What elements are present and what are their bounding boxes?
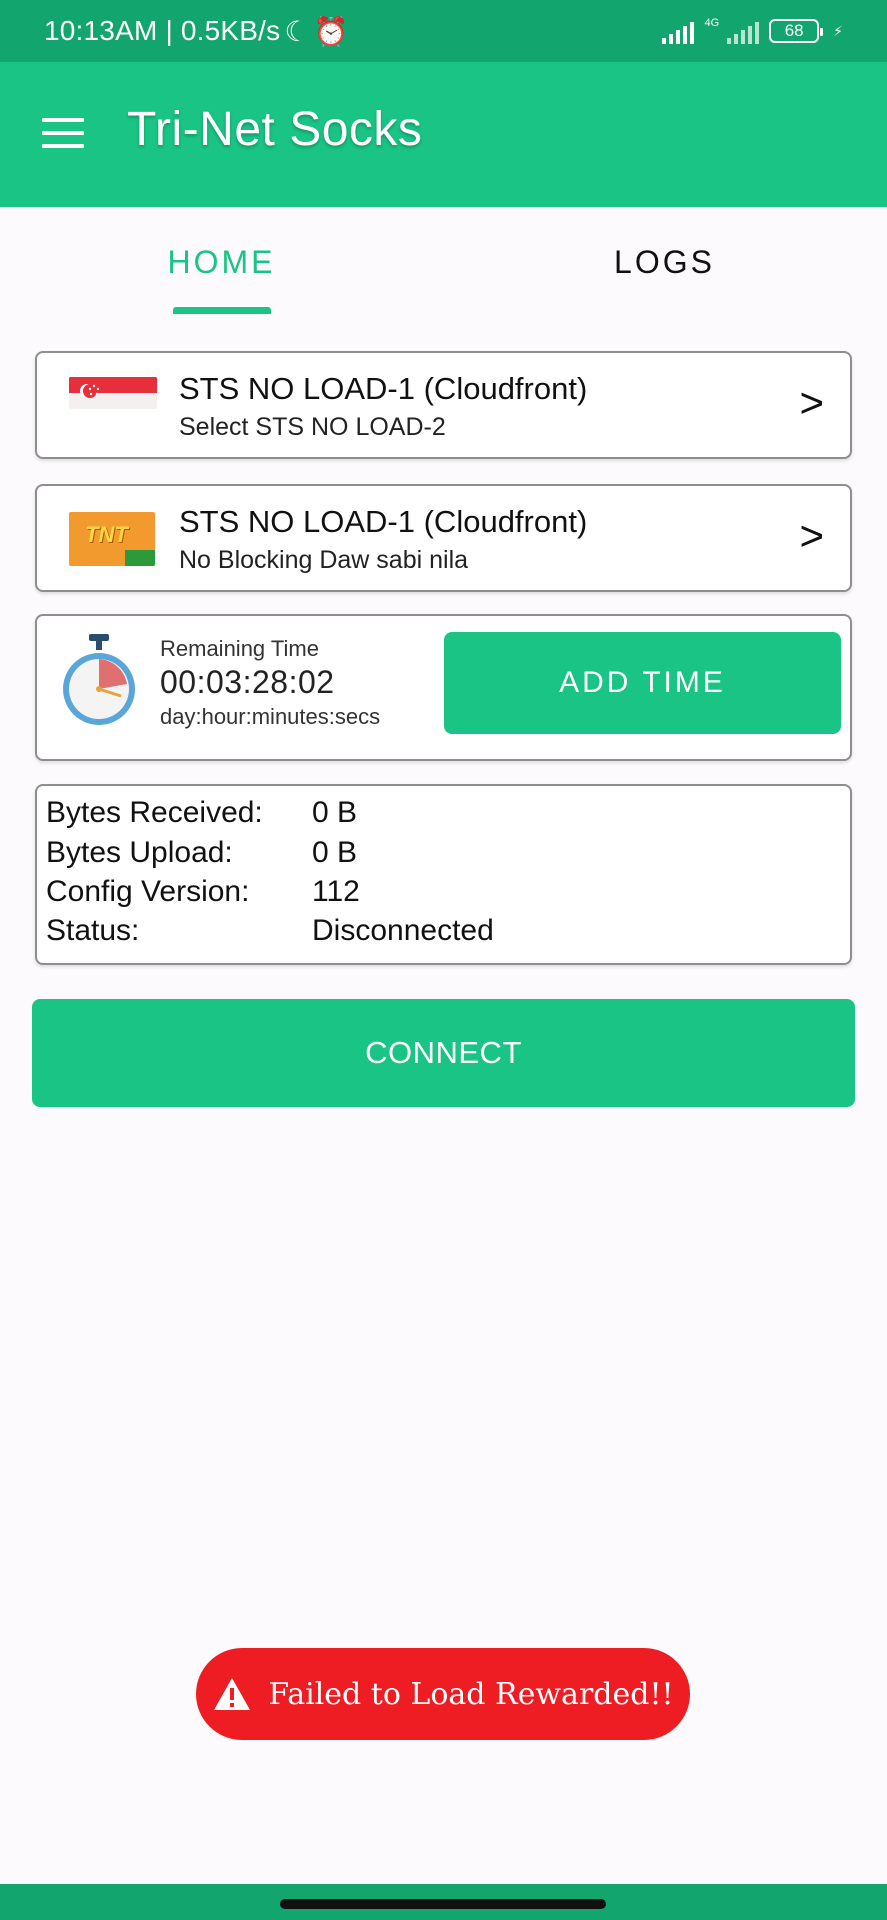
stat-label: Bytes Received: — [46, 796, 263, 829]
chevron-right-icon: > — [799, 379, 824, 426]
server-selector[interactable]: STS NO LOAD-1 (Cloudfront) Select STS NO… — [35, 351, 852, 459]
stopwatch-icon — [63, 634, 135, 725]
add-time-button[interactable]: ADD TIME — [444, 632, 841, 734]
singapore-flag-icon — [69, 377, 157, 409]
tab-logs[interactable]: LOGS — [443, 207, 886, 317]
timer-card: Remaining Time 00:03:28:02 day:hour:minu… — [35, 614, 852, 761]
app-title: Tri-Net Socks — [127, 103, 423, 156]
alarm-icon: ⏰ — [313, 15, 349, 47]
chevron-right-icon: > — [799, 512, 824, 559]
network-title: STS NO LOAD-1 (Cloudfront) — [179, 504, 588, 539]
charging-icon: ⚡ — [833, 22, 843, 39]
tab-home[interactable]: HOME — [0, 207, 443, 317]
warning-icon — [214, 1678, 251, 1710]
toast-message: Failed to Load Rewarded!! — [268, 1676, 674, 1712]
stat-value: 0 B — [312, 796, 358, 829]
home-gesture-handle[interactable] — [280, 1899, 606, 1909]
active-tab-indicator — [173, 307, 271, 314]
tab-bar: HOME LOGS — [0, 207, 887, 317]
signal-icon-2 — [727, 18, 760, 44]
connect-button[interactable]: CONNECT — [32, 999, 855, 1107]
signal-icon — [662, 18, 695, 44]
remaining-time-label: Remaining Time — [160, 636, 319, 661]
stat-label: Config Version: — [46, 875, 250, 908]
network-subtitle: No Blocking Daw sabi nila — [179, 546, 469, 574]
app-bar: Tri-Net Socks — [0, 62, 887, 207]
stat-value: 112 — [312, 875, 360, 908]
stat-value: Disconnected — [312, 914, 494, 947]
server-title: STS NO LOAD-1 (Cloudfront) — [179, 371, 588, 406]
status-time: 10:13AM | 0.5KB/s — [44, 15, 281, 46]
remaining-time-format: day:hour:minutes:secs — [160, 704, 381, 729]
error-toast: Failed to Load Rewarded!! — [196, 1648, 690, 1740]
stat-label: Bytes Upload: — [46, 836, 233, 869]
stat-value: 0 B — [312, 836, 358, 869]
remaining-time-value: 00:03:28:02 — [160, 664, 335, 700]
battery-icon: 68 — [769, 19, 824, 43]
server-subtitle: Select STS NO LOAD-2 — [179, 413, 446, 441]
stat-label: Status: — [46, 914, 140, 947]
tnt-logo-icon: TNT — [69, 512, 155, 566]
stats-card: Bytes Received: 0 B Bytes Upload: 0 B Co… — [35, 784, 852, 965]
menu-icon[interactable] — [42, 118, 84, 148]
network-selector[interactable]: TNT STS NO LOAD-1 (Cloudfront) No Blocki… — [35, 484, 852, 592]
network-type: 4G — [704, 17, 720, 29]
status-bar: 10:13AM | 0.5KB/s ☾ ⏰ 4G 68 ⚡ — [0, 0, 887, 62]
battery-level: 68 — [784, 21, 804, 40]
moon-icon: ☾ — [284, 15, 310, 47]
